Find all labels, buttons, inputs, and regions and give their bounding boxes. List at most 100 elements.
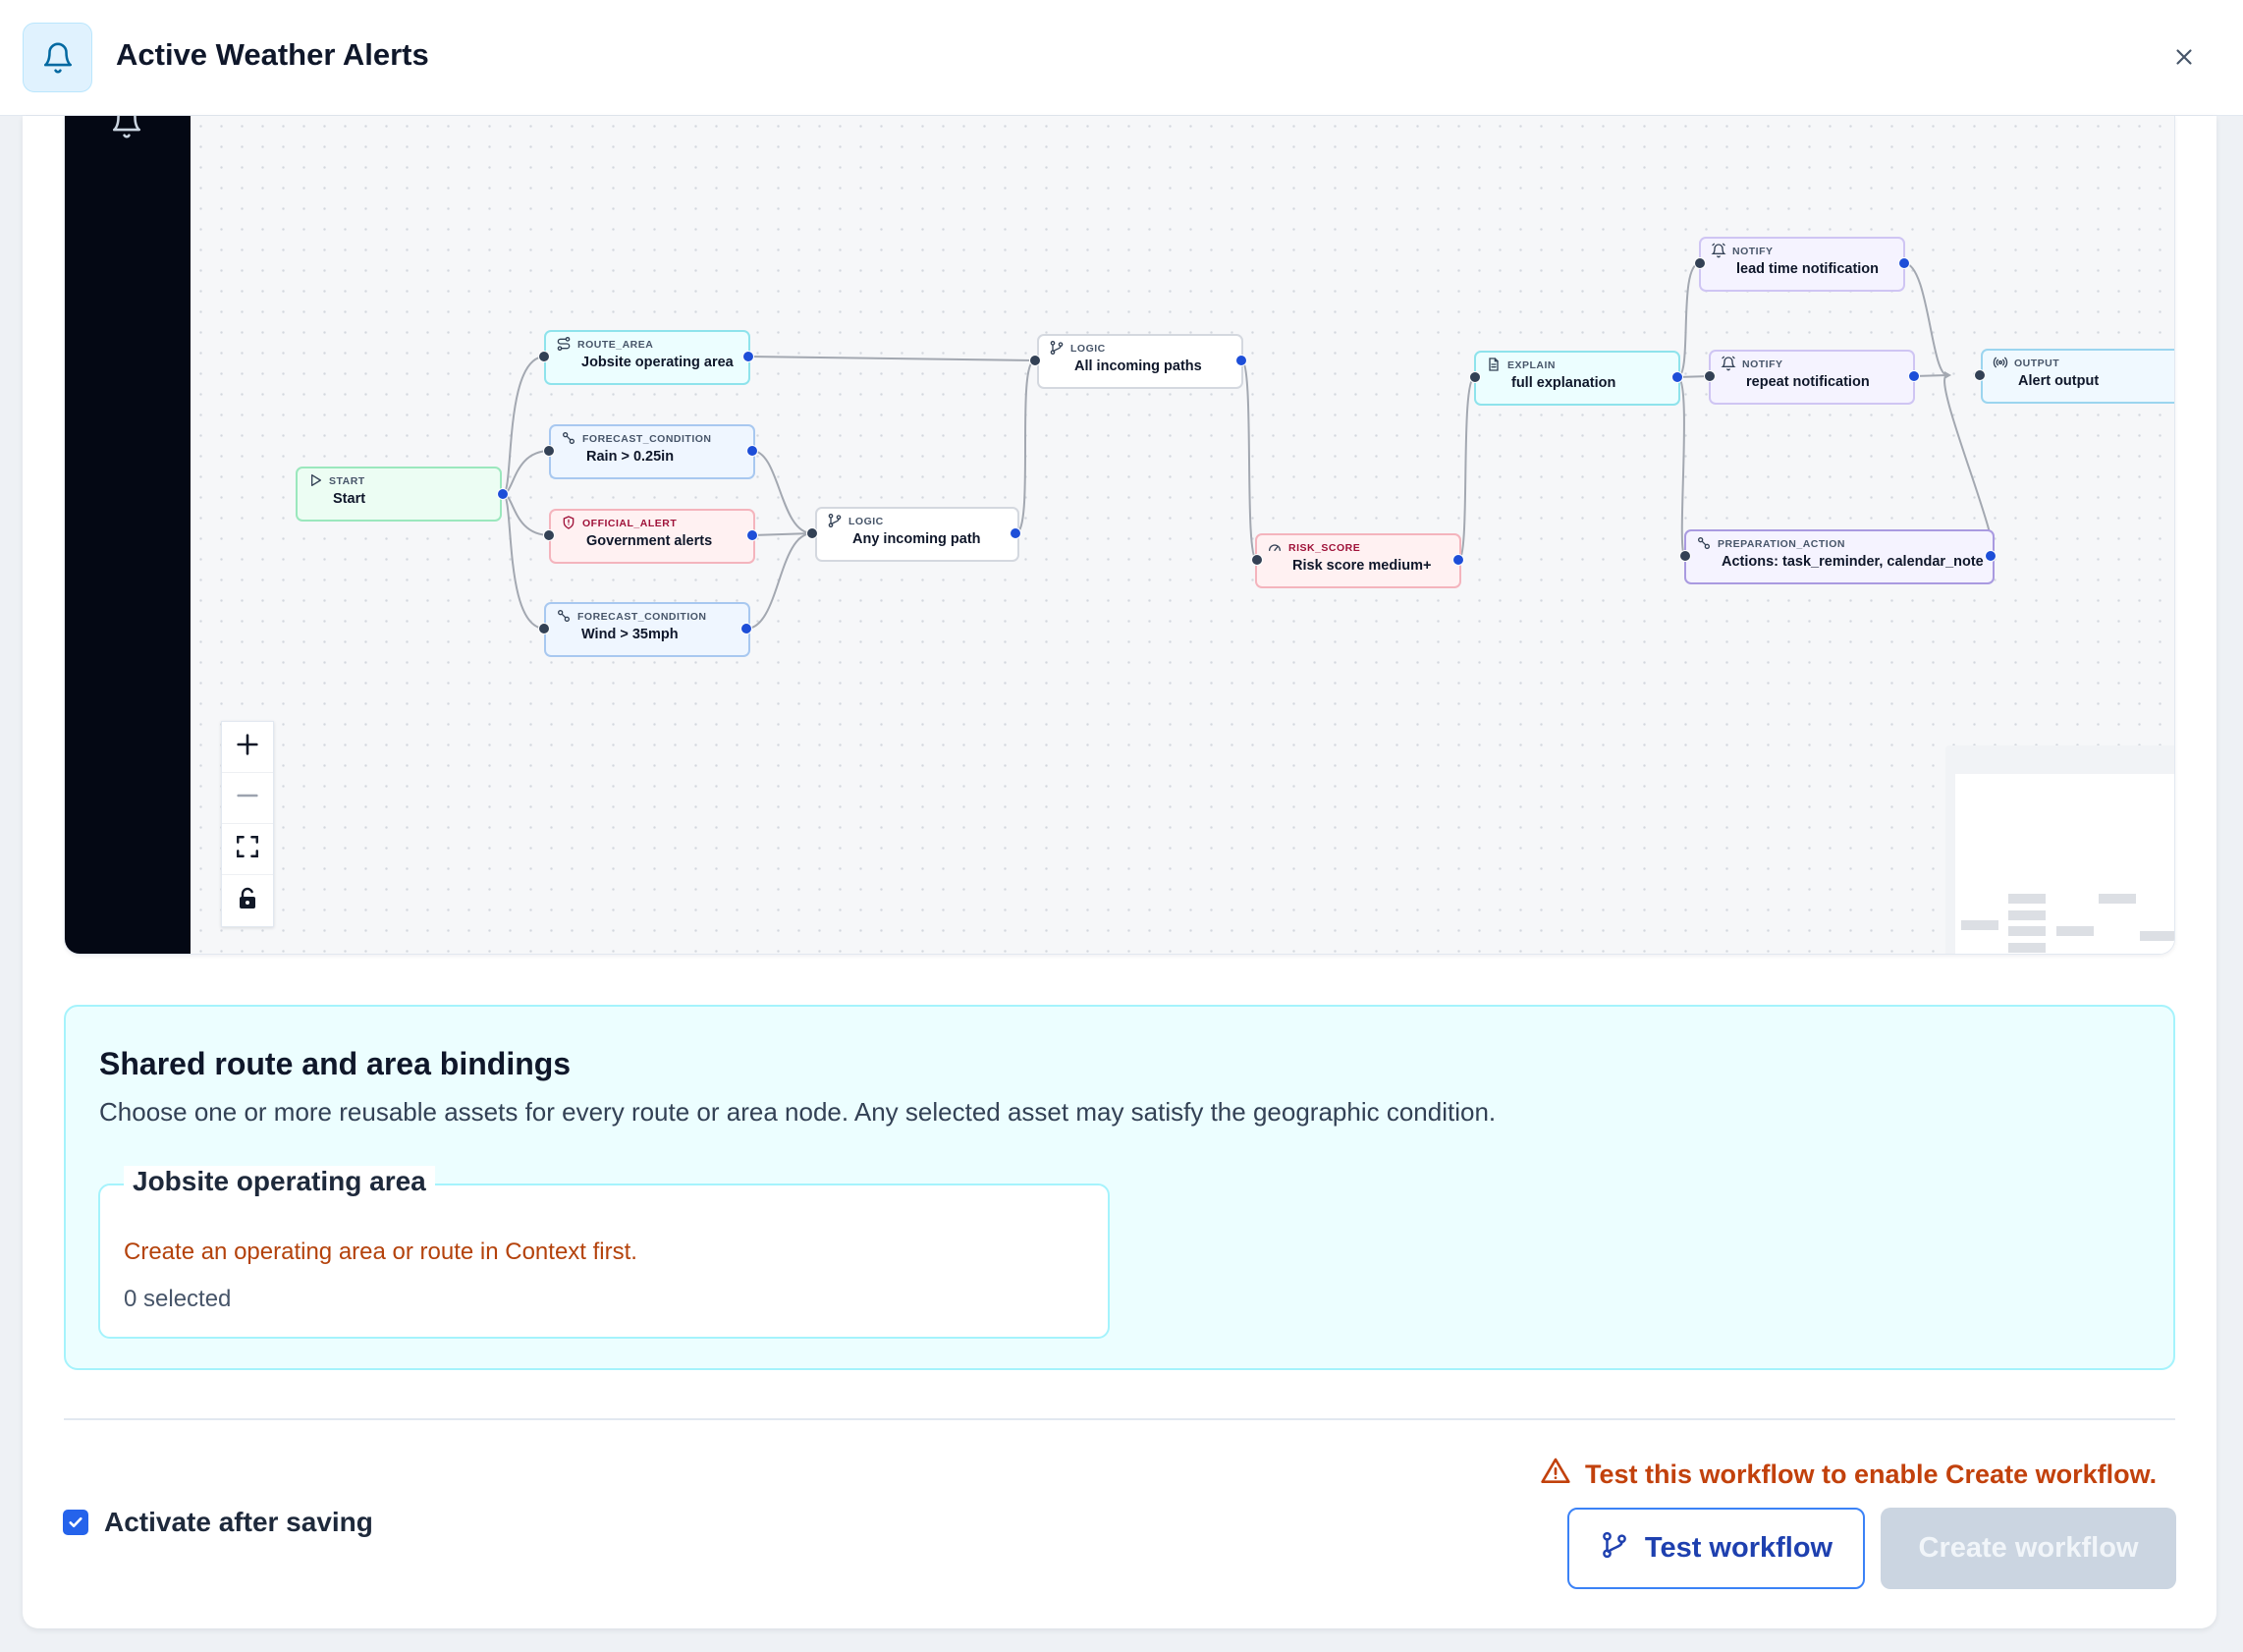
branch-icon (827, 513, 848, 531)
notify-repeat-input-handle[interactable] (1704, 370, 1716, 382)
workflow-canvas[interactable]: START Start ROUTE_AREA Jobsite operating… (191, 116, 2174, 954)
prep-input-handle[interactable] (1679, 550, 1691, 562)
node-type: OFFICIAL_ALERT (582, 518, 678, 529)
binding-group-legend: Jobsite operating area (124, 1166, 435, 1197)
fit-view-button[interactable] (222, 824, 273, 875)
edge-route-all (747, 356, 1036, 361)
node-logic-any[interactable]: LOGIC Any incoming path (815, 507, 1019, 562)
logic-any-output-handle[interactable] (1010, 527, 1021, 539)
bell-icon[interactable] (110, 116, 143, 144)
node-wind-condition[interactable]: FORECAST_CONDITION Wind > 35mph (544, 602, 750, 657)
footer-divider (64, 1418, 2175, 1420)
route-area-input-handle[interactable] (538, 351, 550, 362)
section-title: Shared route and area bindings (99, 1046, 572, 1081)
document-icon (1486, 357, 1507, 375)
minimap-viewport (1955, 774, 2174, 954)
warning-triangle-icon (1540, 1456, 1571, 1494)
notify-repeat-output-handle[interactable] (1908, 370, 1920, 382)
node-route-area[interactable]: ROUTE_AREA Jobsite operating area (544, 330, 750, 385)
notify-lead-output-handle[interactable] (1898, 257, 1910, 269)
logic-any-input-handle[interactable] (806, 527, 818, 539)
minus-icon (234, 782, 261, 814)
test-workflow-label: Test workflow (1644, 1532, 1833, 1564)
node-official-alert[interactable]: OFFICIAL_ALERT Government alerts (549, 509, 755, 564)
start-output-handle[interactable] (497, 488, 509, 500)
broadcast-icon (1993, 355, 2014, 373)
node-label: Government alerts (586, 533, 713, 549)
node-type: FORECAST_CONDITION (577, 611, 707, 623)
node-label: Start (333, 491, 366, 507)
dialog-header: Active Weather Alerts (0, 0, 2243, 116)
node-notify-lead[interactable]: NOTIFY lead time notification (1699, 237, 1905, 292)
explain-input-handle[interactable] (1469, 371, 1481, 383)
minimap-node (2008, 910, 2046, 920)
close-icon[interactable] (2164, 37, 2204, 77)
edge-all-risk (1240, 359, 1258, 561)
node-type: START (329, 475, 365, 487)
edge-risk-explain (1457, 376, 1476, 561)
edge-any-all (1014, 359, 1036, 534)
minimap-node (2008, 943, 2046, 953)
risk-input-handle[interactable] (1251, 554, 1263, 566)
activate-label: Activate after saving (104, 1507, 373, 1537)
rain-input-handle[interactable] (543, 445, 555, 457)
node-label: full explanation (1511, 375, 1616, 391)
node-label: Actions: task_reminder, calendar_note (1722, 554, 1984, 570)
route-area-output-handle[interactable] (742, 351, 754, 362)
edge-rain-any (751, 450, 813, 534)
node-logic-all[interactable]: LOGIC All incoming paths (1037, 334, 1243, 389)
wind-input-handle[interactable] (538, 623, 550, 634)
rain-output-handle[interactable] (746, 445, 758, 457)
binding-warning: Create an operating area or route in Con… (124, 1239, 637, 1265)
create-workflow-button[interactable]: Create workflow (1881, 1508, 2176, 1589)
gov-alerts-input-handle[interactable] (543, 529, 555, 541)
minimap[interactable] (1945, 745, 2174, 954)
activate-after-saving[interactable]: Activate after saving (63, 1507, 373, 1538)
lock-button[interactable] (222, 875, 273, 926)
warning-text: Test this workflow to enable Create work… (1585, 1459, 2158, 1489)
edge-explain-lead (1676, 262, 1701, 378)
node-start[interactable]: START Start (296, 467, 502, 522)
zoom-in-button[interactable] (222, 722, 273, 773)
edge-explain-prep (1676, 376, 1686, 557)
node-type: EXPLAIN (1507, 359, 1557, 371)
node-rain-condition[interactable]: FORECAST_CONDITION Rain > 0.25in (549, 424, 755, 479)
minimap-node (2056, 926, 2094, 936)
binding-group-jobsite: Jobsite operating area Create an operati… (98, 1166, 1110, 1339)
minimap-node (2008, 894, 2046, 904)
branch-icon (1600, 1530, 1629, 1568)
minimap-node (2140, 931, 2174, 941)
wind-output-handle[interactable] (740, 623, 752, 634)
node-type: LOGIC (1070, 343, 1106, 355)
condition-icon (556, 608, 577, 627)
edge-start-wind (502, 493, 546, 630)
node-notify-repeat[interactable]: NOTIFY repeat notification (1709, 350, 1915, 405)
zoom-out-button[interactable] (222, 773, 273, 824)
activate-checkbox[interactable] (63, 1510, 88, 1535)
node-type: NOTIFY (1742, 358, 1783, 370)
node-type: OUTPUT (2014, 358, 2060, 369)
node-preparation-action[interactable]: PREPARATION_ACTION Actions: task_reminde… (1684, 529, 1995, 584)
test-workflow-button[interactable]: Test workflow (1567, 1508, 1865, 1589)
selected-count: 0 selected (124, 1286, 232, 1312)
node-output[interactable]: OUTPUT Alert output (1981, 349, 2174, 404)
alarm-bell-icon (1721, 356, 1742, 374)
node-label: Rain > 0.25in (586, 449, 675, 465)
node-risk-score[interactable]: RISK_SCORE Risk score medium+ (1255, 533, 1461, 588)
logic-all-output-handle[interactable] (1235, 355, 1247, 366)
output-input-handle[interactable] (1974, 369, 1986, 381)
node-label: All incoming paths (1074, 358, 1202, 374)
risk-output-handle[interactable] (1452, 554, 1464, 566)
condition-icon (561, 430, 582, 449)
node-label: Any incoming path (852, 531, 981, 547)
node-type: ROUTE_AREA (577, 339, 654, 351)
notify-lead-input-handle[interactable] (1694, 257, 1706, 269)
route-area-bindings-section: Shared route and area bindings Choose on… (64, 1005, 2175, 1370)
explain-output-handle[interactable] (1671, 371, 1683, 383)
gov-alerts-output-handle[interactable] (746, 529, 758, 541)
logic-all-input-handle[interactable] (1029, 355, 1041, 366)
minimap-node (1961, 920, 1998, 930)
node-type: RISK_SCORE (1288, 542, 1361, 554)
node-explain[interactable]: EXPLAIN full explanation (1474, 351, 1680, 406)
prep-output-handle[interactable] (1985, 550, 1997, 562)
